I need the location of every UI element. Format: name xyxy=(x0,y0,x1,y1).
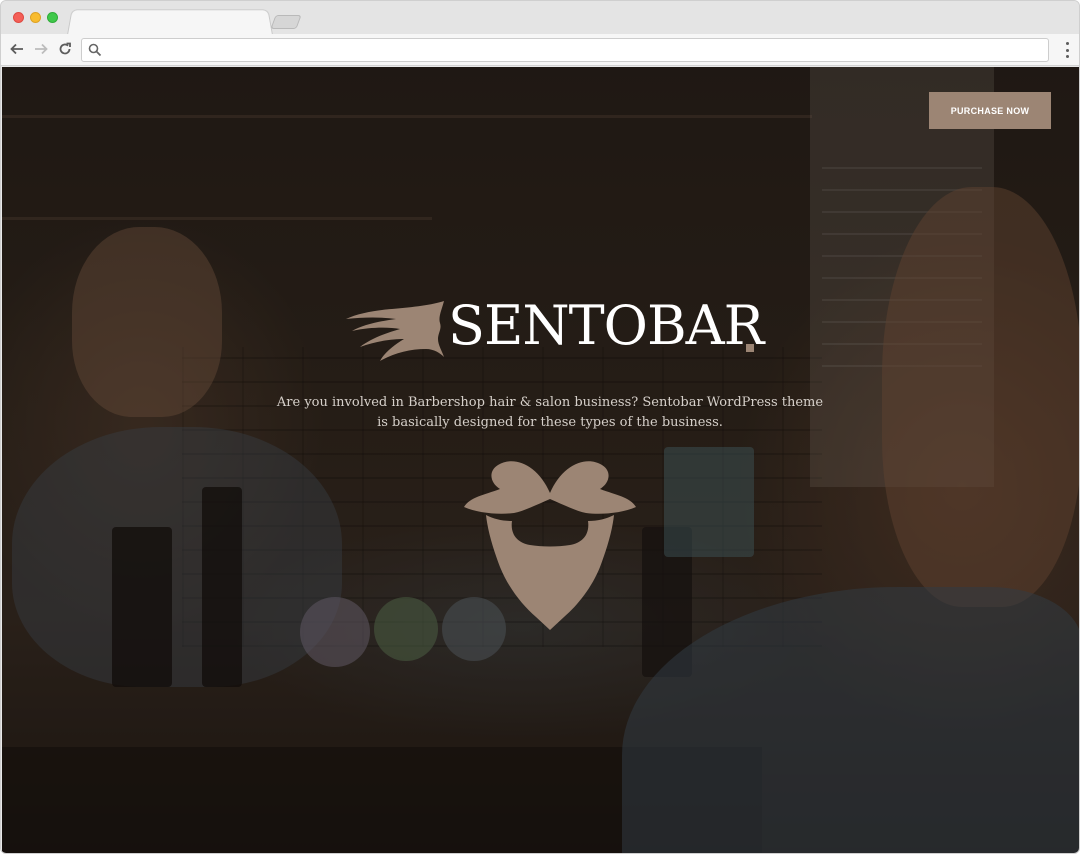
hair-logo-icon xyxy=(346,301,444,361)
back-button[interactable] xyxy=(7,39,27,59)
reload-icon xyxy=(59,42,71,55)
forward-button[interactable] xyxy=(31,39,51,59)
maximize-window-button[interactable] xyxy=(47,12,58,23)
reload-button[interactable] xyxy=(55,39,75,59)
mustache-beard-icon xyxy=(464,461,636,630)
back-arrow-icon xyxy=(10,43,23,55)
sentobar-logo[interactable]: SENTOBAR xyxy=(344,295,764,365)
address-bar[interactable] xyxy=(81,38,1049,62)
tagline-line-1: Are you involved in Barbershop hair & sa… xyxy=(276,395,824,410)
hero-tagline: Are you involved in Barbershop hair & sa… xyxy=(260,393,840,433)
brand-name: SENTOBAR xyxy=(448,294,764,357)
browser-tab[interactable] xyxy=(67,9,273,36)
browser-toolbar xyxy=(1,34,1079,66)
hero-section: PURCHASE NOW SENTOBAR Are you involved i… xyxy=(2,67,1079,853)
forward-arrow-icon xyxy=(35,43,48,55)
title-bar xyxy=(1,1,1079,36)
search-icon xyxy=(88,43,102,57)
menu-dots-icon[interactable] xyxy=(1065,42,1069,58)
browser-window: PURCHASE NOW SENTOBAR Are you involved i… xyxy=(0,0,1080,854)
brand-dot xyxy=(746,344,754,352)
close-window-button[interactable] xyxy=(13,12,24,23)
purchase-now-button[interactable]: PURCHASE NOW xyxy=(929,92,1051,129)
new-tab-button[interactable] xyxy=(270,15,302,29)
tagline-line-2: is basically designed for these types of… xyxy=(377,415,723,430)
minimize-window-button[interactable] xyxy=(30,12,41,23)
